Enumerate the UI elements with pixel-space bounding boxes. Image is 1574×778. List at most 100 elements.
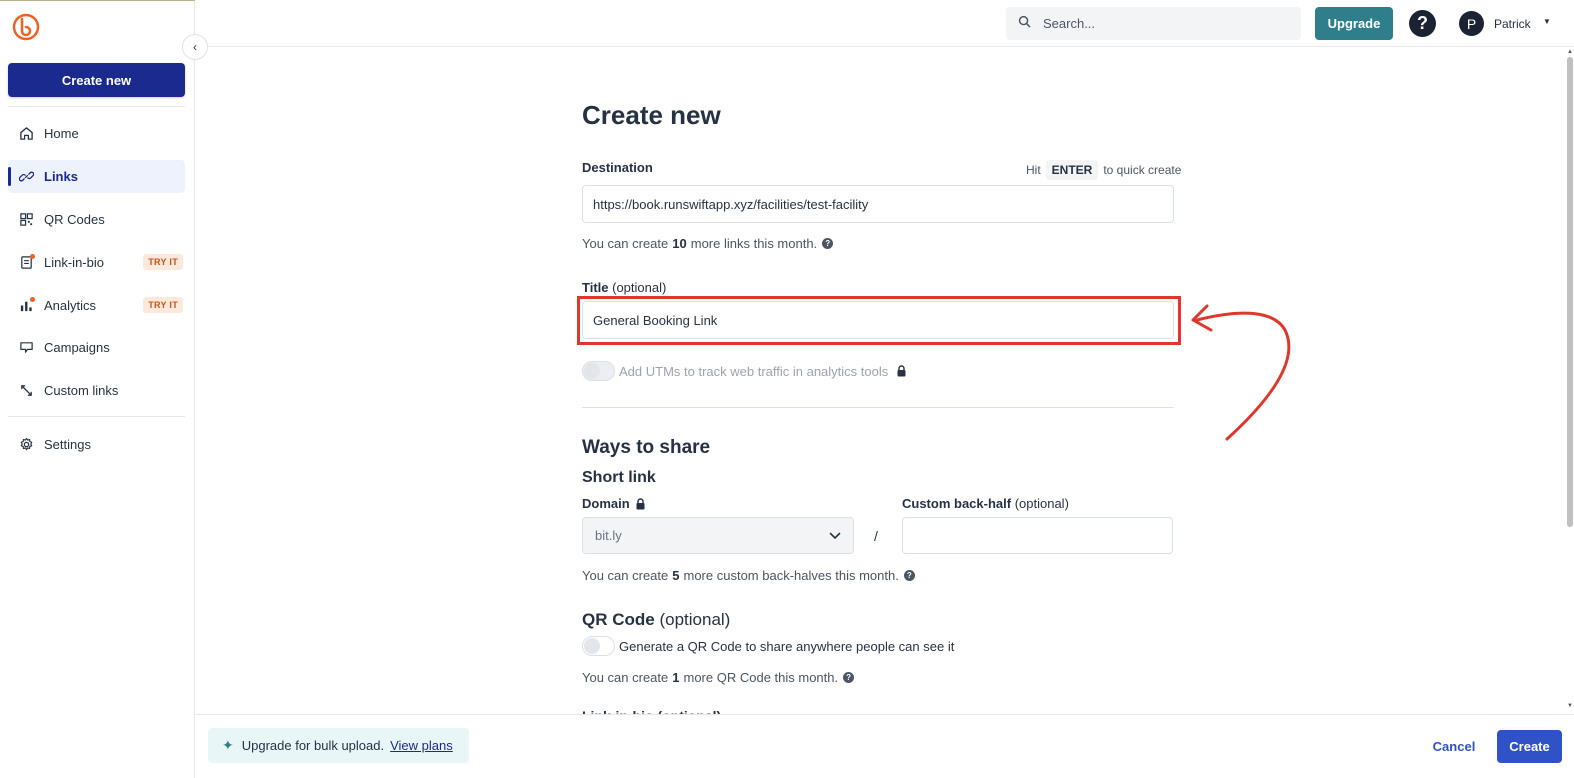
question-icon[interactable]: ?: [903, 570, 915, 581]
analytics-icon: [18, 296, 35, 314]
sidebar-item-campaigns[interactable]: Campaigns: [8, 331, 185, 364]
bulk-upload-promo: ✦ Upgrade for bulk upload. View plans: [208, 728, 469, 763]
title-label: Title (optional): [582, 280, 666, 295]
username[interactable]: Patrick: [1494, 17, 1531, 31]
create-button[interactable]: Create: [1497, 730, 1562, 763]
backhalf-limit-text: You can create 5 more custom back-halves…: [582, 568, 915, 583]
chevron-down-icon: [829, 528, 841, 543]
caret-down-icon[interactable]: ▼: [1543, 17, 1551, 26]
campaigns-icon: [18, 340, 34, 356]
sidebar-item-custom-links[interactable]: Custom links: [8, 374, 185, 407]
utm-toggle[interactable]: [582, 361, 615, 381]
view-plans-link[interactable]: View plans: [390, 738, 453, 753]
hint-prefix: Hit: [1026, 163, 1041, 177]
destination-input[interactable]: [582, 185, 1174, 223]
sidebar-item-label: Campaigns: [44, 340, 110, 355]
links-limit-text: You can create 10 more links this month.…: [582, 236, 834, 251]
title-label-text: Title: [582, 280, 609, 295]
sidebar-item-qr-codes[interactable]: QR Codes: [8, 203, 185, 236]
qr-code-toggle-label: Generate a QR Code to share anywhere peo…: [619, 639, 955, 654]
quick-create-hint: Hit ENTER to quick create: [1026, 160, 1181, 180]
domain-label-text: Domain: [582, 496, 630, 511]
optional-text: (optional): [659, 610, 731, 629]
search-icon: [1018, 15, 1031, 33]
annotation-highlight-box: [577, 296, 1181, 345]
help-icon[interactable]: ?: [1409, 10, 1436, 37]
custom-links-icon: [18, 383, 34, 399]
bitly-logo-icon[interactable]: [12, 13, 40, 41]
chevron-left-icon: ‹: [193, 40, 197, 54]
search-input[interactable]: [1043, 16, 1283, 31]
domain-select-value: bit.ly: [595, 528, 622, 543]
new-dot-icon: [30, 296, 35, 302]
search-field[interactable]: [1006, 7, 1301, 40]
backhalf-label-text: Custom back-half: [902, 496, 1012, 511]
ways-to-share-title: Ways to share: [582, 437, 711, 458]
sidebar-item-settings[interactable]: Settings: [8, 428, 185, 461]
backhalf-limit-count: 5: [672, 568, 680, 583]
sidebar-item-label: Links: [44, 169, 78, 184]
links-limit-count: 10: [672, 236, 687, 251]
links-limit-prefix: You can create: [582, 236, 669, 251]
sidebar-item-link-in-bio[interactable]: Link-in-bio TRY IT: [8, 246, 185, 279]
utm-toggle-label: Add UTMs to track web traffic in analyti…: [619, 364, 889, 379]
annotation-arrow-icon: [1191, 304, 1291, 441]
sidebar-item-label: Custom links: [44, 383, 119, 398]
question-icon[interactable]: ?: [822, 238, 834, 249]
section-divider: [582, 407, 1174, 408]
sidebar-item-analytics[interactable]: Analytics TRY IT: [8, 289, 185, 322]
question-icon[interactable]: ?: [843, 672, 855, 683]
qr-code-icon: [18, 212, 34, 228]
sidebar-item-label: Analytics: [44, 298, 97, 313]
destination-label: Destination: [582, 160, 653, 175]
qr-limit-suffix: more QR Code this month.: [683, 670, 839, 685]
slash-separator: /: [874, 528, 878, 544]
sidebar-item-label: Settings: [44, 437, 91, 452]
upgrade-button[interactable]: Upgrade: [1315, 7, 1393, 40]
create-new-button[interactable]: Create new: [8, 63, 185, 97]
cancel-button[interactable]: Cancel: [1424, 730, 1484, 763]
lock-icon: [635, 497, 646, 510]
link-in-bio-icon: [18, 253, 35, 271]
sidebar-item-home[interactable]: Home: [8, 117, 185, 150]
qr-code-toggle[interactable]: [582, 636, 615, 656]
qr-limit-text: You can create 1 more QR Code this month…: [582, 670, 855, 685]
link-icon: [18, 169, 34, 185]
sidebar-item-label: Home: [44, 126, 79, 141]
qr-limit-count: 1: [672, 670, 680, 685]
sidebar-item-label: Link-in-bio: [44, 255, 104, 270]
sidebar-divider: [8, 106, 185, 107]
home-icon: [18, 126, 34, 142]
sidebar: Create new Home Links QR Codes Link-in-b…: [0, 0, 195, 778]
backhalf-input[interactable]: [902, 517, 1173, 554]
backhalf-limit-prefix: You can create: [582, 568, 669, 583]
toggle-knob: [584, 638, 600, 654]
top-bar: Upgrade ? P Patrick ▼: [195, 0, 1574, 47]
links-limit-suffix: more links this month.: [690, 236, 818, 251]
try-it-badge: TRY IT: [143, 254, 183, 270]
sparkle-icon: ✦: [222, 737, 234, 753]
sidebar-item-links[interactable]: Links: [8, 160, 185, 193]
avatar[interactable]: P: [1459, 11, 1484, 36]
promo-text: Upgrade for bulk upload.: [241, 738, 385, 753]
hint-suffix: to quick create: [1103, 163, 1182, 177]
domain-label: Domain: [582, 496, 646, 511]
backhalf-label: Custom back-half (optional): [902, 496, 1069, 511]
sidebar-item-label: QR Codes: [44, 212, 105, 227]
collapse-sidebar-button[interactable]: ‹: [182, 34, 208, 60]
new-dot-icon: [30, 253, 35, 259]
scroll-up-arrow-icon[interactable]: ▲: [1567, 49, 1573, 55]
qr-limit-prefix: You can create: [582, 670, 669, 685]
settings-icon: [18, 437, 34, 453]
scroll-thumb[interactable]: [1567, 57, 1573, 527]
qr-code-title: QR Code (optional): [582, 610, 730, 630]
qr-title-text: QR Code: [582, 610, 655, 629]
sidebar-divider: [8, 416, 185, 417]
enter-key-badge: ENTER: [1045, 160, 1099, 180]
domain-select[interactable]: bit.ly: [582, 517, 854, 554]
backhalf-limit-suffix: more custom back-halves this month.: [683, 568, 899, 583]
scroll-down-arrow-icon[interactable]: ▼: [1567, 703, 1573, 709]
page-scrollbar[interactable]: ▲ ▼: [1566, 47, 1574, 715]
toggle-knob: [584, 363, 600, 379]
optional-text: (optional): [1014, 496, 1069, 511]
